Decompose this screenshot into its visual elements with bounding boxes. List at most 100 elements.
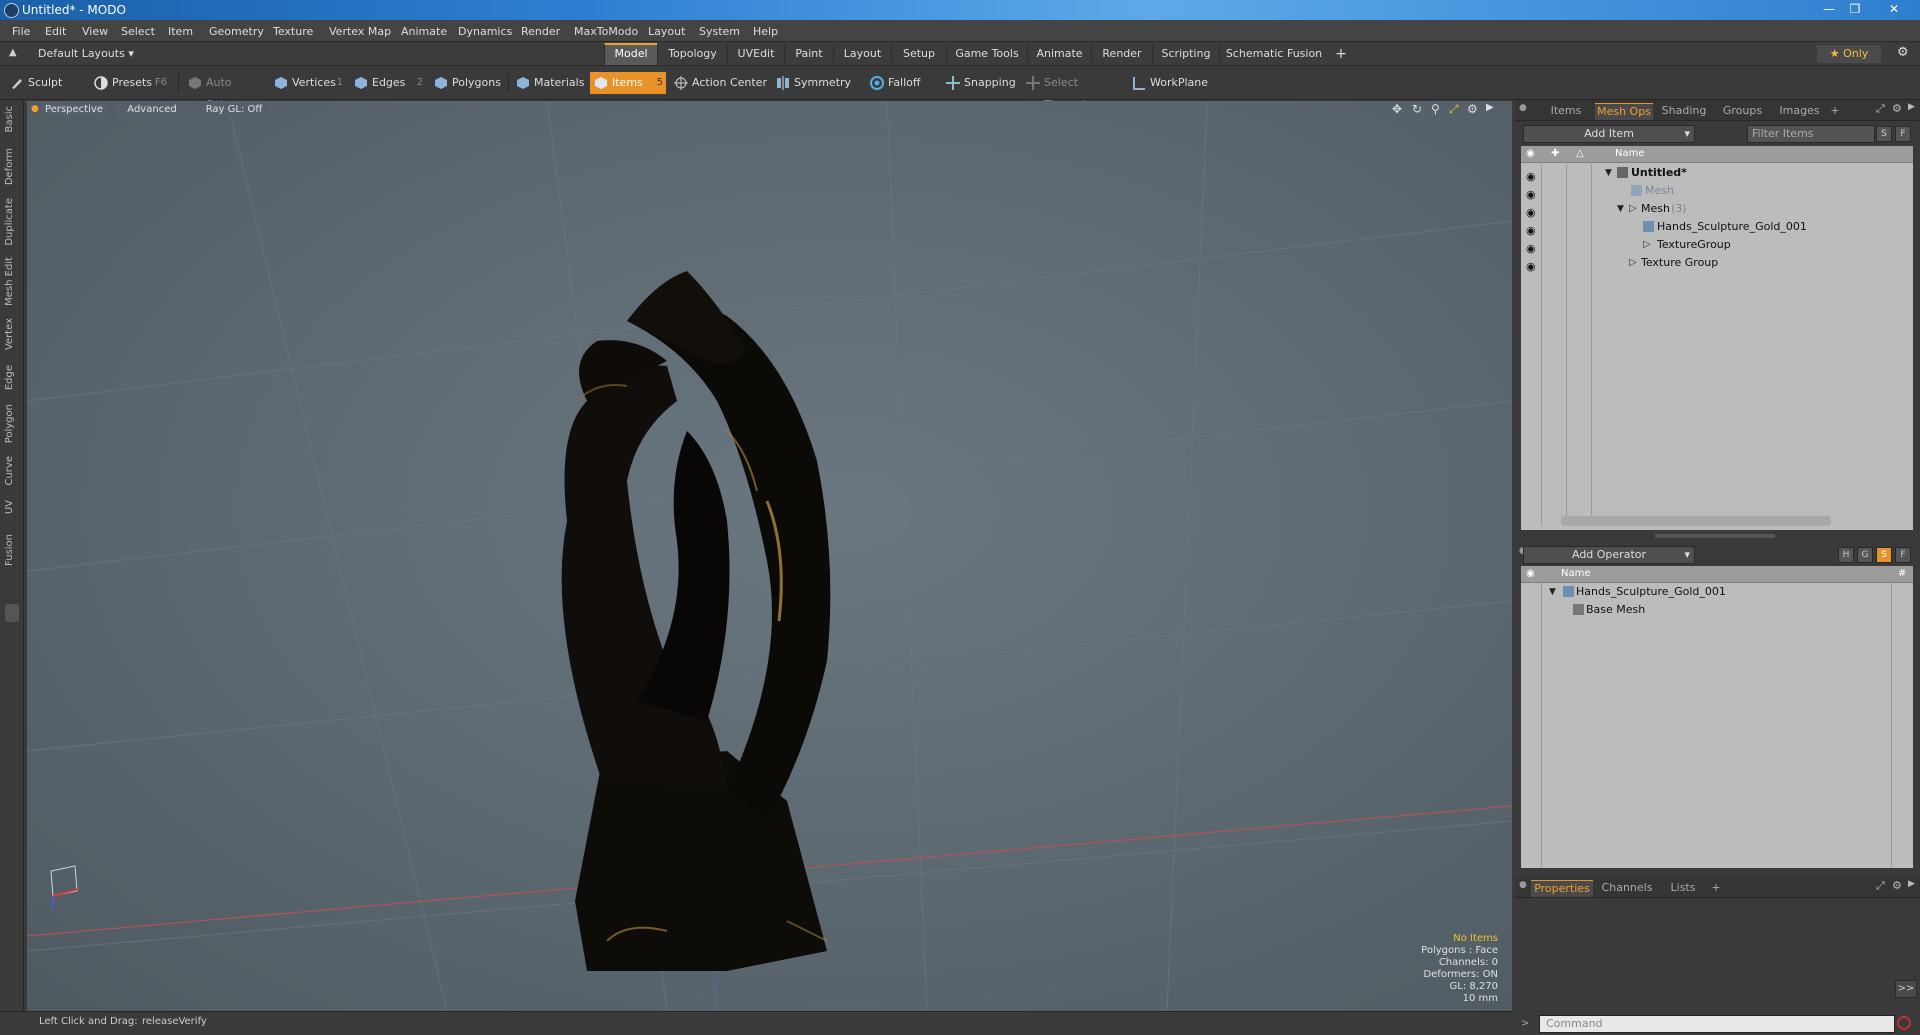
add-tab-icon[interactable]: + (1827, 103, 1843, 119)
collapse-triangle-icon[interactable]: ▼ (1549, 583, 1556, 601)
panel-gear-icon[interactable]: ⚙ (1892, 879, 1902, 892)
tab-properties[interactable]: Properties (1531, 880, 1593, 897)
tab-mesh-ops[interactable]: Mesh Ops (1595, 103, 1653, 120)
3d-viewport[interactable]: ● Perspective Advanced Ray GL: Off ✥ ↻ ⚲… (27, 101, 1512, 1011)
viewport-gear-icon[interactable]: ⚙ (1467, 102, 1478, 116)
filter-s-button[interactable]: S (1876, 126, 1892, 142)
fit-icon[interactable]: ⤢ (1449, 102, 1459, 117)
polygons-button[interactable]: Polygons (430, 72, 506, 94)
eye-icon[interactable]: ◉ (1526, 204, 1536, 219)
menu-select[interactable]: Select (121, 25, 155, 38)
menu-maxtomodo[interactable]: MaxToModo (574, 25, 638, 38)
workplane-button[interactable]: WorkPlane (1128, 72, 1212, 94)
gear-icon[interactable]: ⚙ (1897, 45, 1909, 60)
restore-icon[interactable]: ❐ (1844, 1, 1866, 17)
viewport-expand-icon[interactable]: ▶ (1486, 102, 1494, 113)
meshop-row-hands-sculpture[interactable]: ▼ Hands_Sculpture_Gold_001 (1521, 583, 1913, 601)
menu-geometry[interactable]: Geometry (209, 25, 264, 38)
popout-icon[interactable]: ⤢ (1876, 879, 1885, 893)
snapping-button[interactable]: Snapping (942, 72, 1018, 94)
shading-mode-dropdown[interactable]: Advanced (117, 103, 187, 117)
menu-layout[interactable]: Layout (648, 25, 685, 38)
panel-expand-icon[interactable]: ▶ (1908, 102, 1915, 112)
item-row-mesh-dim[interactable]: ◉ Mesh (1521, 182, 1913, 201)
horizontal-scrollbar[interactable] (1561, 516, 1831, 526)
falloff-button[interactable]: Falloff (866, 72, 936, 94)
command-input[interactable]: Command (1539, 1015, 1895, 1033)
rotate-icon[interactable]: ↻ (1412, 102, 1422, 116)
menu-texture[interactable]: Texture (273, 25, 313, 38)
eye-icon[interactable]: ◉ (1526, 222, 1536, 237)
panel-resize-handle[interactable] (1655, 534, 1775, 538)
eye-icon[interactable]: ◉ (1526, 240, 1536, 255)
menu-file[interactable]: File (12, 25, 30, 38)
tab-topology[interactable]: Topology (657, 45, 727, 63)
tab-items[interactable]: Items (1540, 103, 1592, 119)
left-tab-curve[interactable]: Curve (4, 456, 15, 486)
left-tab-vertex[interactable]: Vertex (4, 318, 15, 350)
meshops-g-button[interactable]: G (1857, 547, 1873, 563)
name-column-header[interactable]: Name (1561, 566, 1591, 582)
presets-button[interactable]: Presets F6 (90, 72, 170, 94)
left-tab-deform[interactable]: Deform (4, 148, 15, 185)
viewport-scene[interactable] (27, 101, 1512, 1011)
pin-icon[interactable]: ▲ (9, 47, 17, 58)
add-tab-icon[interactable]: + (1708, 880, 1724, 896)
tab-layout[interactable]: Layout (833, 45, 891, 63)
filter-items-input[interactable]: Filter Items (1747, 125, 1875, 143)
hands-sculpture-mesh[interactable] (561, 271, 831, 971)
layout-selector[interactable]: Default Layouts ▾ (38, 47, 134, 60)
add-item-button[interactable]: Add Item ▾ (1523, 125, 1695, 143)
only-button[interactable]: ★ Only (1817, 45, 1881, 63)
tab-channels[interactable]: Channels (1597, 880, 1657, 896)
menu-render[interactable]: Render (521, 25, 560, 38)
panel-expand-icon[interactable]: ▶ (1908, 879, 1915, 889)
item-row-texture-group[interactable]: ◉ ▷ Texture Group (1521, 254, 1913, 273)
menu-help[interactable]: Help (753, 25, 778, 38)
mesh-ops-list[interactable]: ◉ Name # ▼ Hands_Sculpture_Gold_001 Base… (1521, 566, 1913, 868)
tab-groups[interactable]: Groups (1715, 103, 1770, 119)
panel-menu-icon[interactable]: ● (1519, 103, 1527, 113)
close-icon[interactable]: ✕ (1883, 1, 1905, 17)
name-column-header[interactable]: Name (1615, 146, 1645, 162)
meshop-row-base-mesh[interactable]: Base Mesh (1521, 601, 1913, 619)
collapse-triangle-icon[interactable]: ▼ (1617, 200, 1624, 218)
item-row-untitled[interactable]: ◉ ▼ Untitled* (1521, 164, 1913, 183)
tab-animate[interactable]: Animate (1027, 45, 1091, 63)
meshops-f-button[interactable]: F (1895, 547, 1911, 563)
collapse-triangle-icon[interactable]: ▼ (1605, 164, 1612, 182)
eye-icon[interactable]: ◉ (1526, 186, 1536, 201)
tab-uvedit[interactable]: UVEdit (727, 45, 784, 63)
tab-schematic-fusion[interactable]: Schematic Fusion (1219, 45, 1328, 63)
menu-edit[interactable]: Edit (45, 25, 66, 38)
popout-icon[interactable]: ⤢ (1876, 102, 1885, 116)
add-operator-button[interactable]: Add Operator ▾ (1523, 546, 1695, 564)
add-layout-tab-button[interactable]: + (1330, 45, 1352, 63)
left-tab-mesh-edit[interactable]: Mesh Edit (4, 257, 15, 306)
left-tab-polygon[interactable]: Polygon (4, 404, 15, 443)
pan-icon[interactable]: ✥ (1392, 102, 1402, 116)
sculpt-button[interactable]: Sculpt (6, 72, 86, 94)
zoom-icon[interactable]: ⚲ (1431, 102, 1440, 116)
item-row-hands-sculpture[interactable]: ◉ Hands_Sculpture_Gold_001 (1521, 218, 1913, 237)
tab-game-tools[interactable]: Game Tools (946, 45, 1027, 63)
tab-lists[interactable]: Lists (1661, 880, 1705, 896)
eye-icon[interactable]: ◉ (1526, 258, 1536, 273)
items-button[interactable]: Items 5 (590, 72, 666, 94)
left-tab-fusion[interactable]: Fusion (4, 534, 15, 566)
tab-shading[interactable]: Shading (1655, 103, 1713, 119)
item-row-mesh-group[interactable]: ◉ ▼ ▷ Mesh (3) (1521, 200, 1913, 219)
tab-scripting[interactable]: Scripting (1152, 45, 1219, 63)
tab-model[interactable]: Model (604, 43, 657, 65)
symmetry-button[interactable]: Symmetry (772, 72, 852, 94)
left-tab-basic[interactable]: Basic (4, 106, 15, 132)
minimize-icon[interactable]: — (1818, 1, 1840, 17)
item-row-texturegroup[interactable]: ◉ ▷ TextureGroup (1521, 236, 1913, 255)
menu-item[interactable]: Item (168, 25, 193, 38)
vertices-button[interactable]: Vertices 1 (270, 72, 346, 94)
tab-setup[interactable]: Setup (891, 45, 946, 63)
materials-button[interactable]: Materials (512, 72, 590, 94)
record-icon[interactable] (1897, 1016, 1911, 1030)
menu-dynamics[interactable]: Dynamics (458, 25, 512, 38)
tab-paint[interactable]: Paint (784, 45, 833, 63)
